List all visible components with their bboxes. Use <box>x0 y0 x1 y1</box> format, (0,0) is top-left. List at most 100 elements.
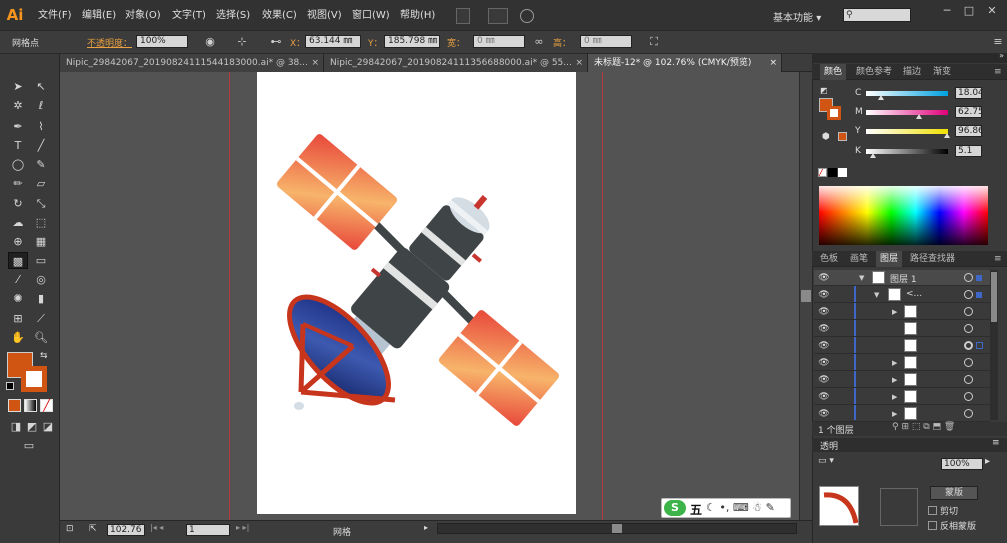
artboard[interactable] <box>257 72 576 514</box>
target-icon[interactable] <box>964 307 973 316</box>
target-icon-selected[interactable] <box>964 341 973 350</box>
tab-gradient[interactable]: 渐变 <box>929 64 955 80</box>
chevron-right-icon[interactable]: ▶ <box>892 406 897 422</box>
paintbrush-tool-icon[interactable]: ✎ <box>31 156 51 173</box>
layer-row-group[interactable]: 👁︎ ▼ <... <box>814 287 990 303</box>
close-icon[interactable]: × <box>769 54 777 72</box>
target-icon[interactable] <box>964 290 973 299</box>
x-input[interactable]: 63.144 ㎜ <box>305 35 361 48</box>
panel-menu-icon[interactable]: ≡ <box>990 251 1006 267</box>
panel-collapse-bar[interactable]: » <box>812 51 1007 63</box>
scale-tool-icon[interactable]: ⤡ <box>31 195 51 212</box>
magenta-slider-knob[interactable] <box>916 114 922 119</box>
tab-document-1[interactable]: Nipic_29842067_20190824111544183000.ai* … <box>60 54 324 72</box>
anchor-convert-icon[interactable]: ⊷ <box>268 34 284 49</box>
mask-thumbnail[interactable] <box>880 488 918 526</box>
eye-icon[interactable]: 👁︎ <box>818 340 830 352</box>
draw-inside-icon[interactable]: ◪ <box>38 418 58 435</box>
warp-tool-icon[interactable]: ☁ <box>8 214 28 231</box>
link-icon[interactable]: ∞ <box>531 34 547 49</box>
eye-icon[interactable]: 👁︎ <box>818 289 830 301</box>
chevron-right-icon[interactable]: ▶ <box>892 389 897 405</box>
sublayer-row[interactable]: 👁︎ ▶ <box>814 304 990 320</box>
zoom-tool-icon[interactable]: 🔍︎ <box>31 329 51 346</box>
sublayer-row[interactable]: 👁︎ ▶ <box>814 389 990 405</box>
gpu-performance-icon[interactable] <box>520 9 534 23</box>
minimize-button[interactable]: ─ <box>940 4 954 18</box>
tab-brushes[interactable]: 画笔 <box>846 251 872 267</box>
hand-tool-icon[interactable]: ✋ <box>8 329 28 346</box>
tab-color-guide[interactable]: 颜色参考 <box>852 64 896 80</box>
ellipse-tool-icon[interactable]: ◯ <box>8 156 28 173</box>
blend-mode-select[interactable]: ▭ ▾ <box>818 456 834 466</box>
tab-document-2[interactable]: Nipic_29842067_20190824111356688000.ai* … <box>324 54 588 72</box>
chevron-right-icon[interactable]: ▶ <box>892 355 897 371</box>
black-swatch[interactable] <box>828 168 837 177</box>
tab-layers[interactable]: 图层 <box>876 251 903 267</box>
pen-tool-icon[interactable]: ✒ <box>8 118 28 135</box>
close-icon[interactable]: × <box>311 54 319 72</box>
curvature-tool-icon[interactable]: ⌇ <box>31 118 51 135</box>
gradient-mode-icon[interactable] <box>24 399 37 412</box>
maximize-button[interactable]: □ <box>962 4 976 18</box>
sublayer-row[interactable]: 👁︎ ▶ <box>814 406 990 422</box>
menu-effect[interactable]: 效果(C) <box>262 0 297 30</box>
recolor-icon[interactable]: ◉ <box>202 34 218 49</box>
menu-file[interactable]: 文件(F) <box>38 0 72 30</box>
default-colors-icon[interactable] <box>6 382 14 390</box>
magenta-input[interactable]: 62.75 <box>955 106 982 118</box>
transparency-opacity-input[interactable]: 100% <box>941 458 983 470</box>
layer-action-icons[interactable]: ⚲ ⊞ ⬚ ⧉ ⬒ 🗑︎ <box>892 422 955 432</box>
target-icon[interactable] <box>964 409 973 418</box>
artboard-number-input[interactable]: 1 <box>186 524 230 536</box>
screen-mode-icon[interactable]: ▭ <box>18 437 40 454</box>
yellow-input[interactable]: 96.86 <box>955 125 982 137</box>
tab-document-active[interactable]: 未标题-12* @ 102.76% (CMYK/预览) × <box>588 54 782 72</box>
none-swatch[interactable]: ╱ <box>818 168 827 177</box>
height-input[interactable]: 0 ㎜ <box>580 35 632 48</box>
y-input[interactable]: 185.798 ㎜ <box>384 35 440 48</box>
menu-view[interactable]: 视图(V) <box>307 0 342 30</box>
close-button[interactable]: ✕ <box>985 4 999 18</box>
sublayer-row[interactable]: 👁︎ <box>814 338 990 354</box>
eye-icon[interactable]: 👁︎ <box>818 323 830 335</box>
status-menu-arrow-icon[interactable]: ▸ <box>424 523 428 532</box>
black-slider-knob[interactable] <box>870 153 876 158</box>
target-icon[interactable] <box>964 392 973 401</box>
menu-help[interactable]: 帮助(H) <box>400 0 435 30</box>
eyedropper-tool-icon[interactable]: ⁄ <box>8 271 28 288</box>
selection-indicator[interactable] <box>976 342 983 349</box>
workspace-switcher[interactable]: 基本功能 ▾ <box>773 9 821 24</box>
make-mask-button[interactable]: 蒙版 <box>930 486 978 500</box>
chevron-down-icon[interactable]: ▼ <box>859 270 864 286</box>
menu-edit[interactable]: 编辑(E) <box>82 0 116 30</box>
sublayer-row[interactable]: 👁︎ ▶ <box>814 372 990 388</box>
pencil-tool-icon[interactable]: ✏ <box>8 175 28 192</box>
swap-fill-stroke-icon[interactable]: ⇆ <box>40 351 48 361</box>
close-icon[interactable]: × <box>575 54 583 72</box>
cyan-input[interactable]: 18.04 <box>955 87 982 99</box>
artboard-nav-icon[interactable]: ⊡ <box>66 524 74 534</box>
canvas[interactable] <box>60 72 800 520</box>
free-transform-tool-icon[interactable]: ⬚ <box>31 214 51 231</box>
menu-type[interactable]: 文字(T) <box>172 0 206 30</box>
magic-wand-tool-icon[interactable]: ✲ <box>8 97 28 114</box>
perspective-grid-tool-icon[interactable]: ▦ <box>31 233 51 250</box>
color-spectrum[interactable] <box>819 186 988 245</box>
transform-icon[interactable]: ⛶ <box>646 34 662 49</box>
clip-checkbox[interactable] <box>928 506 937 515</box>
transparency-tab[interactable]: 透明 <box>820 439 838 452</box>
menu-window[interactable]: 窗口(W) <box>352 0 390 30</box>
lasso-tool-icon[interactable]: ℓ <box>31 97 51 114</box>
artboard-next-icons[interactable]: ▸ ▸| <box>236 523 249 532</box>
column-graph-tool-icon[interactable]: ▮ <box>31 290 51 307</box>
shape-builder-tool-icon[interactable]: ⊕ <box>8 233 28 250</box>
invert-mask-checkbox[interactable] <box>928 521 937 530</box>
selection-tool-icon[interactable]: ➤ <box>8 78 28 95</box>
arrange-documents-icon[interactable] <box>488 8 508 24</box>
yellow-slider-knob[interactable] <box>944 133 950 138</box>
blend-tool-icon[interactable]: ◎ <box>31 271 51 288</box>
export-icon[interactable]: ⇱ <box>89 524 97 534</box>
layer-name[interactable]: 图层 1 <box>890 272 917 285</box>
yellow-slider[interactable] <box>866 129 948 134</box>
